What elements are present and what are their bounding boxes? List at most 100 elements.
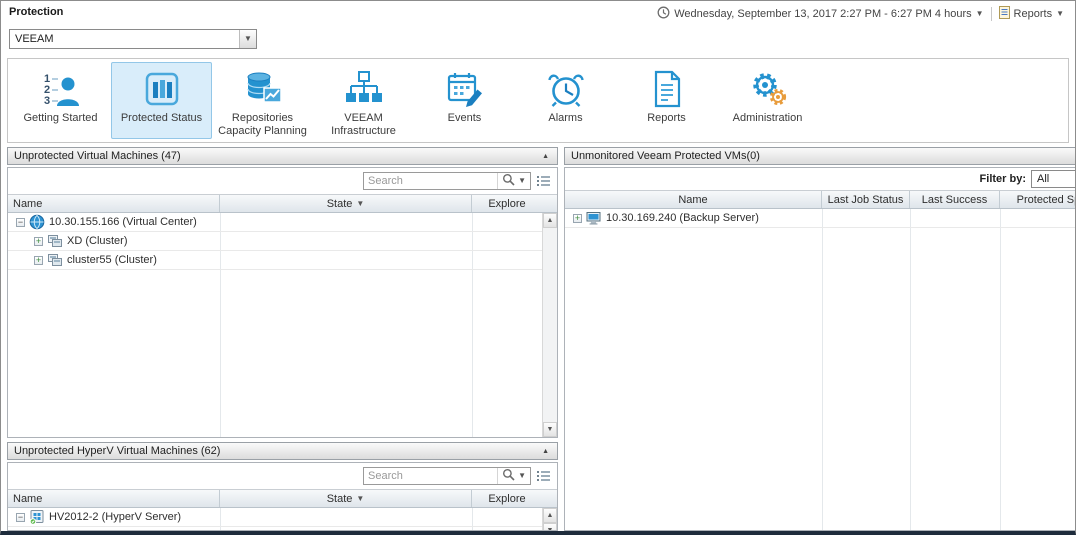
collapse-panel-icon[interactable]: ▲ xyxy=(540,152,551,161)
collapse-node-icon[interactable]: − xyxy=(16,218,25,227)
panel-title: Unmonitored Veeam Protected VMs(0) xyxy=(571,150,1075,162)
column-header-name[interactable]: Name xyxy=(8,490,220,507)
panel-header: Unprotected Virtual Machines (47) ▲ xyxy=(7,147,558,165)
tab-label: VEEAM Infrastructure xyxy=(315,112,412,138)
column-header-last-success[interactable]: Last Success xyxy=(910,191,1000,208)
unprotected-vms-panel: Unprotected Virtual Machines (47) ▲ ▼ xyxy=(7,147,558,438)
column-header-name[interactable]: Name xyxy=(565,191,822,208)
tab-reports[interactable]: Reports xyxy=(616,62,717,139)
scroll-down-icon[interactable]: ▼ xyxy=(543,523,557,530)
scroll-up-icon[interactable]: ▲ xyxy=(543,213,557,228)
panel-title: Unprotected HyperV Virtual Machines (62) xyxy=(14,445,540,457)
tab-protected-status[interactable]: Protected Status xyxy=(111,62,212,139)
left-column: Unprotected Virtual Machines (47) ▲ ▼ xyxy=(7,147,558,531)
table-body: − 10.30.155.166 (Virtual Center) xyxy=(8,213,557,437)
repositories-capacity-planning-icon xyxy=(241,67,285,111)
sort-caret-icon: ▼ xyxy=(356,495,364,503)
search-box: ▼ xyxy=(363,172,531,190)
dashboard-scope-select[interactable]: VEEAM ▼ xyxy=(9,29,257,49)
row-name: cluster55 (Cluster) xyxy=(67,254,157,266)
table-row[interactable]: − HV2012-2 (HyperV Server) xyxy=(8,508,542,527)
search-button[interactable]: ▼ xyxy=(497,173,530,189)
time-range-label: Wednesday, September 13, 2017 2:27 PM - … xyxy=(674,8,971,20)
panel-body: ▼ Name State▼ Explore xyxy=(7,167,558,438)
row-name: HV2012-2 (HyperV Server) xyxy=(49,511,181,523)
column-header-state[interactable]: State▼ xyxy=(220,195,472,212)
reports-menu-button[interactable]: Reports ▼ xyxy=(992,4,1071,24)
list-options-icon[interactable] xyxy=(537,470,553,482)
combo-arrow-button[interactable]: ▼ xyxy=(239,30,256,48)
table-toolbar: ▼ xyxy=(8,168,557,194)
row-name: 10.30.155.166 (Virtual Center) xyxy=(49,216,197,228)
row-explore-cell xyxy=(472,508,542,526)
filter-select[interactable]: All ▼ xyxy=(1031,170,1075,188)
cluster-icon xyxy=(47,252,63,268)
scroll-down-icon[interactable]: ▼ xyxy=(543,422,557,437)
search-input[interactable] xyxy=(364,175,497,187)
expand-node-icon[interactable]: + xyxy=(34,237,43,246)
expand-node-icon[interactable]: + xyxy=(34,256,43,265)
vertical-scrollbar[interactable]: ▲ ▼ xyxy=(542,213,557,437)
virtual-center-icon xyxy=(29,214,45,230)
main-content: Unprotected Virtual Machines (47) ▲ ▼ xyxy=(7,147,1075,531)
search-icon xyxy=(502,468,515,484)
table-rows: + 10.30.169.240 (Backup Server) xyxy=(565,209,1075,530)
row-state-cell xyxy=(220,251,472,269)
column-header-last-job-status[interactable]: Last Job Status xyxy=(822,191,910,208)
column-header-name[interactable]: Name xyxy=(8,195,220,212)
collapse-node-icon[interactable]: − xyxy=(16,513,25,522)
veeam-infrastructure-icon xyxy=(342,67,386,111)
tab-getting-started[interactable]: 1 2 3 Getting Started xyxy=(10,62,111,139)
row-explore-cell xyxy=(472,232,542,250)
alarms-icon xyxy=(544,67,588,111)
row-explore-cell xyxy=(472,213,542,231)
tab-label: Protected Status xyxy=(121,112,202,125)
tab-repositories-capacity-planning[interactable]: Repositories Capacity Planning xyxy=(212,62,313,139)
table-row[interactable]: − 10.30.155.166 (Virtual Center) xyxy=(8,213,542,232)
list-options-icon[interactable] xyxy=(537,175,553,187)
hyperv-server-icon xyxy=(29,509,45,525)
search-button[interactable]: ▼ xyxy=(497,468,530,484)
column-header-state[interactable]: State▼ xyxy=(220,490,472,507)
collapse-panel-icon[interactable]: ▲ xyxy=(540,447,551,456)
table-row[interactable]: + 10.30.169.240 (Backup Server) xyxy=(565,209,1075,228)
search-icon xyxy=(502,173,515,189)
table-body: − HV2012-2 (HyperV Server) xyxy=(8,508,557,530)
panel-title: Unprotected Virtual Machines (47) xyxy=(14,150,540,162)
svg-text:3: 3 xyxy=(44,95,50,107)
tab-alarms[interactable]: Alarms xyxy=(515,62,616,139)
administration-icon xyxy=(746,67,790,111)
row-last-job-status-cell xyxy=(822,209,910,227)
row-state-cell xyxy=(220,232,472,250)
filter-bar: Filter by: All ▼ xyxy=(565,168,1075,190)
chevron-down-icon: ▼ xyxy=(244,35,252,43)
row-name: XD (Cluster) xyxy=(67,235,128,247)
expand-node-icon[interactable]: + xyxy=(573,214,582,223)
tab-label: Administration xyxy=(733,112,803,125)
table-row[interactable]: + XD (Cluster) xyxy=(8,232,542,251)
tab-label: Alarms xyxy=(548,112,582,125)
search-input[interactable] xyxy=(364,470,497,482)
panel-header: Unprotected HyperV Virtual Machines (62)… xyxy=(7,442,558,460)
panel-header: Unmonitored Veeam Protected VMs(0) ▲ xyxy=(564,147,1075,165)
chevron-down-icon: ▼ xyxy=(976,10,984,18)
column-header-explore[interactable]: Explore xyxy=(472,195,542,212)
table-rows: − 10.30.155.166 (Virtual Center) xyxy=(8,213,542,437)
reports-menu-label: Reports xyxy=(1014,8,1053,20)
ribbon-tabbar: 1 2 3 Getting Started Protected xyxy=(7,58,1069,143)
row-explore-cell xyxy=(472,251,542,269)
tab-events[interactable]: Events xyxy=(414,62,515,139)
vertical-scrollbar[interactable]: ▲ ▼ xyxy=(542,508,557,530)
row-last-success-cell xyxy=(910,209,1000,227)
unprotected-hyperv-panel: Unprotected HyperV Virtual Machines (62)… xyxy=(7,442,558,531)
table-header: Name Last Job Status Last Success Protec… xyxy=(565,191,1075,209)
tab-administration[interactable]: Administration xyxy=(717,62,818,139)
tab-veeam-infrastructure[interactable]: VEEAM Infrastructure xyxy=(313,62,414,139)
scroll-up-icon[interactable]: ▲ xyxy=(543,508,557,523)
column-header-explore[interactable]: Explore xyxy=(472,490,542,507)
table-row[interactable]: + cluster55 (Cluster) xyxy=(8,251,542,270)
column-header-protected-space[interactable]: Protected Spa xyxy=(1000,191,1075,208)
getting-started-icon: 1 2 3 xyxy=(39,67,83,111)
backup-server-icon xyxy=(586,210,602,226)
time-range-selector[interactable]: Wednesday, September 13, 2017 2:27 PM - … xyxy=(650,4,990,24)
